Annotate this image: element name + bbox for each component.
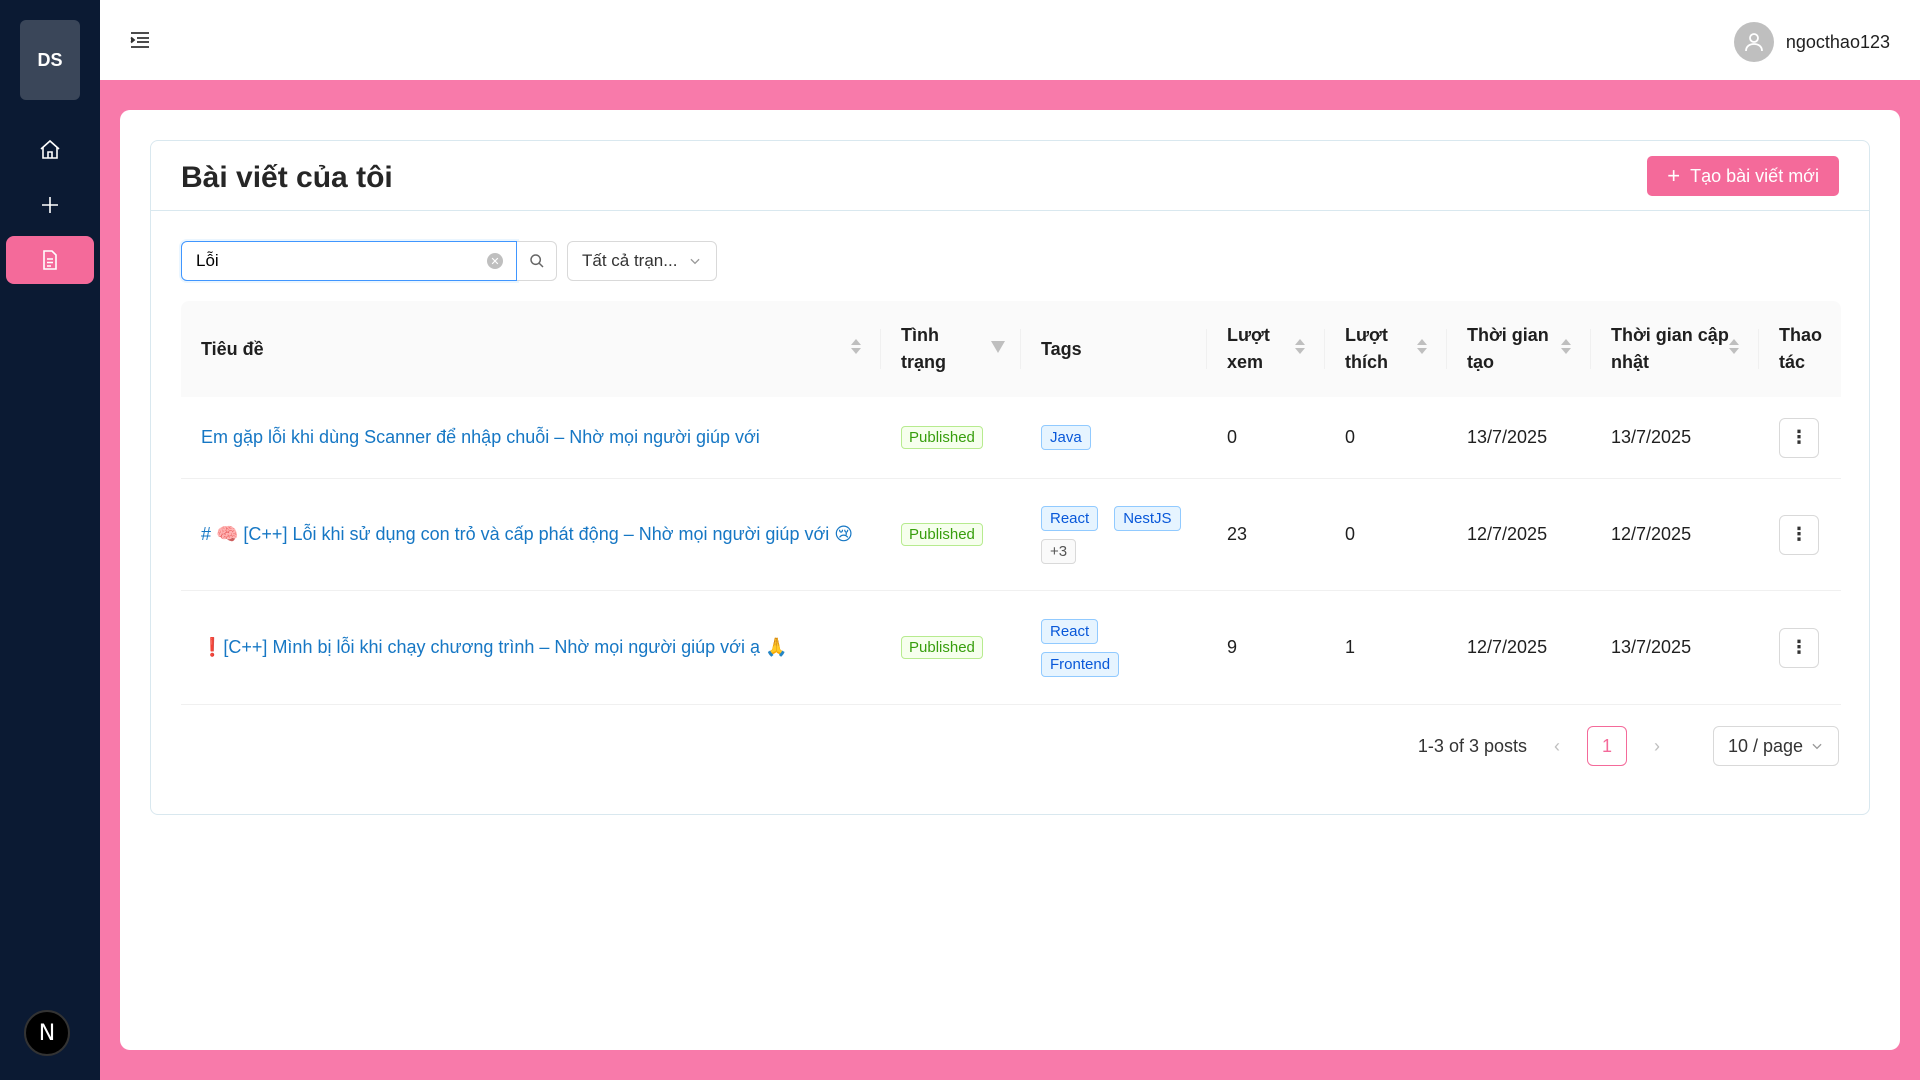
views-count: 9	[1227, 637, 1238, 657]
posts-card: Bài viết của tôi + Tạo bài viết mới ✕ Tấ…	[150, 140, 1870, 815]
page-size-select[interactable]: 10 / page	[1713, 726, 1839, 766]
chevron-down-icon	[690, 258, 700, 265]
page-size-value: 10 / page	[1728, 735, 1804, 756]
user-icon	[1744, 33, 1763, 52]
page-number-button[interactable]: 1	[1587, 726, 1627, 766]
status-filter-select[interactable]: Tất cả trạn...	[567, 241, 717, 281]
views-count: 0	[1227, 427, 1238, 447]
post-title-link[interactable]: Em gặp lỗi khi dùng Scanner để nhập chuỗ…	[201, 427, 760, 447]
posts-table: Tiêu đề Tình trạng Tags Lượt xem Lượt th…	[181, 301, 1841, 705]
sort-icon[interactable]	[851, 339, 863, 354]
views-count: 23	[1227, 524, 1248, 544]
more-tags-badge[interactable]: +3	[1041, 538, 1077, 564]
tag: Frontend	[1041, 651, 1120, 677]
clear-icon[interactable]: ✕	[487, 253, 503, 269]
column-header-tags: Tags	[1021, 301, 1207, 397]
created-date: 12/7/2025	[1467, 637, 1548, 657]
plus-icon: +	[1667, 163, 1681, 188]
sort-icon[interactable]	[1417, 339, 1429, 354]
page-title: Bài viết của tôi	[181, 161, 393, 194]
sidebar-item-my-posts[interactable]	[6, 236, 94, 284]
pagination: 1-3 of 3 posts ‹ 1 › 10 / page	[1418, 726, 1839, 766]
tag: NestJS	[1114, 505, 1181, 531]
avatar	[1733, 22, 1774, 62]
updated-date: 12/7/2025	[1611, 524, 1692, 544]
table-row: Em gặp lỗi khi dùng Scanner để nhập chuỗ…	[181, 397, 1841, 479]
search-icon	[529, 254, 544, 268]
created-date: 13/7/2025	[1467, 427, 1548, 447]
next-page-button[interactable]: ›	[1641, 726, 1673, 766]
card-header: Bài viết của tôi + Tạo bài viết mới	[151, 141, 1869, 211]
status-filter-value: Tất cả trạn...	[582, 251, 678, 270]
prev-page-button[interactable]: ‹	[1541, 726, 1573, 766]
tag: Java	[1041, 425, 1091, 450]
top-header: ngocthao123	[100, 0, 1920, 80]
more-actions-button[interactable]: ⋮	[1779, 417, 1819, 458]
post-title-link[interactable]: ❗[C++] Mình bị lỗi khi chạy chương trình…	[201, 637, 787, 657]
updated-date: 13/7/2025	[1611, 427, 1692, 447]
status-badge: Published	[901, 636, 983, 659]
content-area: Bài viết của tôi + Tạo bài viết mới ✕ Tấ…	[120, 110, 1900, 1050]
post-title-link[interactable]: # 🧠 [C++] Lỗi khi sử dụng con trỏ và cấp…	[201, 524, 853, 544]
sort-icon[interactable]	[1561, 339, 1573, 354]
tag: React	[1041, 505, 1099, 531]
status-badge: Published	[901, 426, 983, 449]
more-actions-button[interactable]: ⋮	[1779, 514, 1819, 555]
likes-count: 0	[1345, 524, 1356, 544]
created-date: 12/7/2025	[1467, 524, 1548, 544]
search-group: ✕	[181, 241, 557, 281]
status-badge: Published	[901, 523, 983, 546]
tag: React	[1041, 618, 1099, 644]
user-menu[interactable]: ngocthao123	[1733, 22, 1890, 62]
next-badge[interactable]: N	[24, 1010, 70, 1056]
plus-icon	[42, 197, 58, 213]
column-header-created[interactable]: Thời gian tạo	[1447, 301, 1591, 397]
column-header-status: Tình trạng	[881, 301, 1021, 397]
home-icon	[40, 139, 60, 159]
column-header-actions: Thao tác	[1779, 325, 1822, 372]
document-icon	[43, 250, 57, 270]
search-button[interactable]	[517, 241, 557, 281]
menu-toggle-icon[interactable]	[128, 28, 152, 52]
column-header-updated[interactable]: Thời gian cập nhật	[1591, 301, 1759, 397]
logo[interactable]: DS	[20, 20, 80, 100]
chevron-down-icon	[1812, 743, 1822, 750]
table-row: # 🧠 [C++] Lỗi khi sử dụng con trỏ và cấp…	[181, 479, 1841, 591]
sidebar-item-create[interactable]	[6, 181, 94, 229]
create-post-button[interactable]: + Tạo bài viết mới	[1647, 156, 1839, 196]
pagination-summary: 1-3 of 3 posts	[1417, 735, 1527, 756]
more-actions-button[interactable]: ⋮	[1779, 627, 1819, 668]
search-input[interactable]	[181, 241, 517, 281]
sidebar: DS N	[0, 0, 100, 1080]
sort-icon[interactable]	[1295, 339, 1307, 354]
updated-date: 13/7/2025	[1611, 637, 1692, 657]
column-header-title[interactable]: Tiêu đề	[181, 301, 881, 397]
column-header-views[interactable]: Lượt xem	[1207, 301, 1325, 397]
filter-icon[interactable]	[991, 341, 1005, 353]
table-header: Tiêu đề Tình trạng Tags Lượt xem Lượt th…	[181, 301, 1841, 397]
table-row: ❗[C++] Mình bị lỗi khi chạy chương trình…	[181, 591, 1841, 705]
sort-icon[interactable]	[1729, 339, 1741, 354]
username: ngocthao123	[1785, 31, 1890, 52]
likes-count: 1	[1345, 637, 1356, 657]
create-post-label: Tạo bài viết mới	[1690, 165, 1819, 186]
sidebar-item-home[interactable]	[6, 126, 94, 174]
column-header-likes[interactable]: Lượt thích	[1325, 301, 1447, 397]
likes-count: 0	[1345, 427, 1356, 447]
filter-toolbar: ✕ Tất cả trạn...	[181, 241, 717, 281]
